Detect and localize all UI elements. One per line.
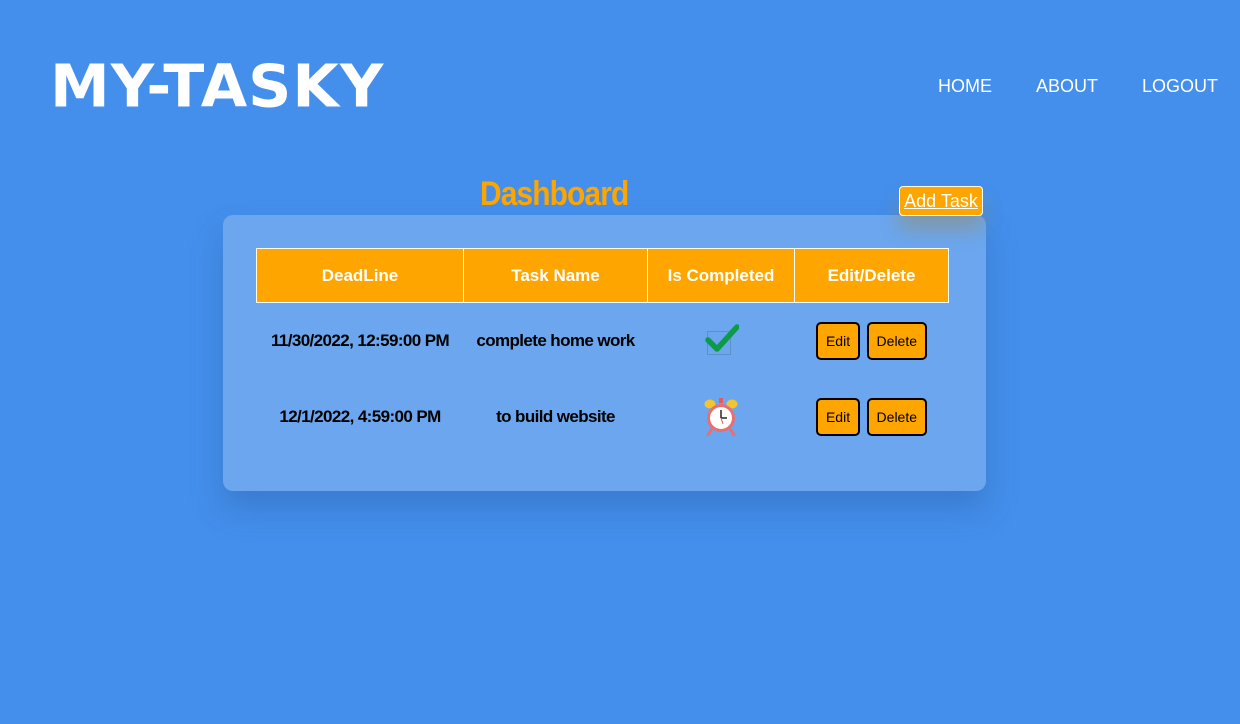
- page-title: Dashboard: [480, 175, 629, 213]
- add-task-button[interactable]: Add Task: [899, 186, 983, 216]
- main-nav: HOME ABOUT LOGOUT: [938, 75, 1218, 97]
- table-header-row: DeadLine Task Name Is Completed Edit/Del…: [256, 248, 949, 303]
- alarm-clock-icon: [704, 398, 738, 437]
- task-name-cell: complete home work: [476, 331, 635, 350]
- check-glyph: [705, 324, 739, 352]
- tasks-card: DeadLine Task Name Is Completed Edit/Del…: [223, 215, 986, 491]
- table-row: 11/30/2022, 12:59:00 PM complete home wo…: [257, 303, 949, 380]
- table-row: 12/1/2022, 4:59:00 PM to build website E…: [257, 379, 949, 455]
- deadline-cell: 11/30/2022, 12:59:00 PM: [270, 331, 450, 350]
- checkmark-icon: [705, 324, 739, 357]
- actions-cell: Edit Delete: [795, 303, 949, 380]
- nav-logout-link[interactable]: LOGOUT: [1142, 75, 1218, 97]
- nav-about-link[interactable]: ABOUT: [1036, 75, 1098, 97]
- status-cell: [648, 303, 795, 380]
- task-name-cell: to build website: [496, 407, 615, 426]
- delete-button[interactable]: Delete: [866, 398, 928, 436]
- column-header-task-name: Task Name: [463, 248, 648, 303]
- edit-button[interactable]: Edit: [815, 398, 861, 436]
- app-logo: MY-TASKY: [50, 52, 385, 122]
- edit-button[interactable]: Edit: [815, 322, 861, 360]
- deadline-cell: 12/1/2022, 4:59:00 PM: [279, 407, 441, 426]
- column-header-is-completed: Is Completed: [647, 248, 795, 303]
- nav-home-link[interactable]: HOME: [938, 75, 992, 97]
- actions-cell: Edit Delete: [795, 379, 949, 455]
- delete-button[interactable]: Delete: [866, 322, 928, 360]
- column-header-edit-delete: Edit/Delete: [794, 248, 949, 303]
- column-header-deadline: DeadLine: [256, 248, 464, 303]
- tasks-table: DeadLine Task Name Is Completed Edit/Del…: [256, 248, 949, 455]
- status-cell: [648, 379, 795, 455]
